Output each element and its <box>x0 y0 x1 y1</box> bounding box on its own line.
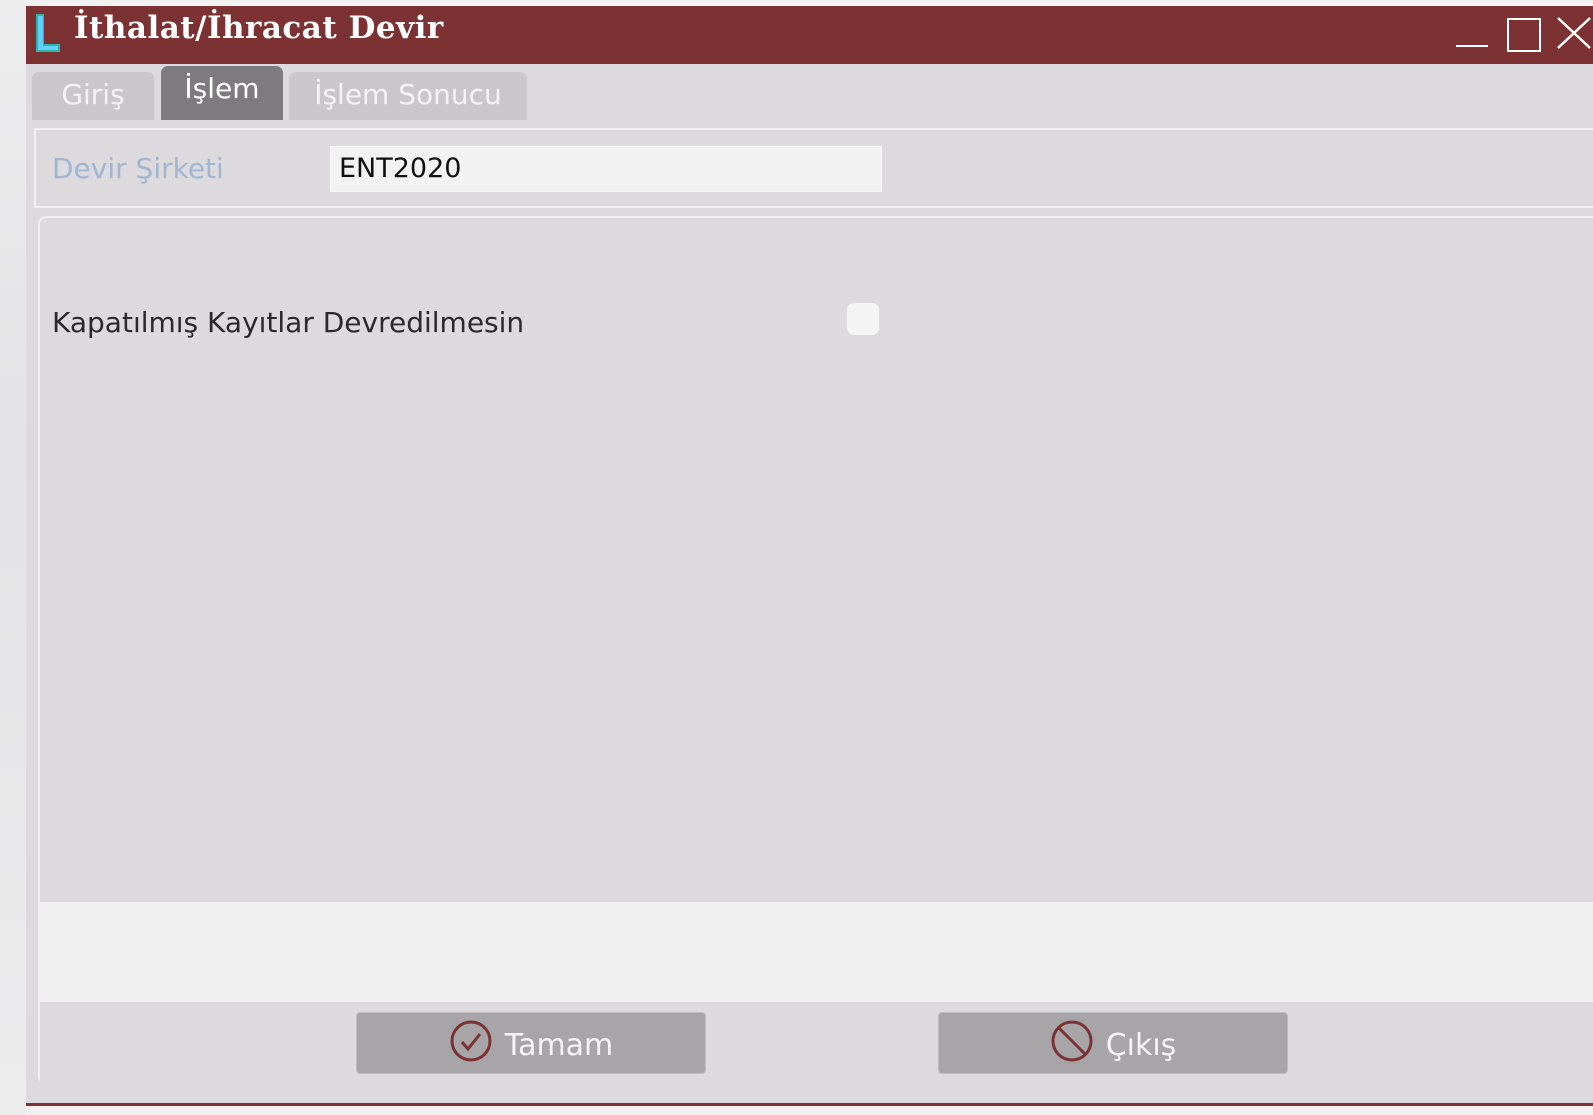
tab-islem-label: İşlem <box>184 72 260 105</box>
tab-islem-sonucu-label: İşlem Sonucu <box>314 78 502 111</box>
title-bar[interactable]: İthalat/İhracat Devir <box>26 6 1593 64</box>
tamam-button[interactable]: Tamam <box>356 1012 706 1074</box>
tab-islem[interactable]: İşlem <box>161 66 283 120</box>
minimize-icon[interactable] <box>1454 12 1490 52</box>
button-bar: Tamam Çıkış <box>40 1002 1593 1084</box>
devir-sirketi-field[interactable]: ENT2020 <box>330 146 882 192</box>
desktop-background <box>0 0 26 1115</box>
close-icon[interactable] <box>1552 12 1593 52</box>
cikis-button-label: Çıkış <box>1105 1027 1177 1063</box>
cikis-button[interactable]: Çıkış <box>938 1012 1288 1074</box>
maximize-icon[interactable] <box>1504 12 1541 52</box>
devir-sirketi-label: Devir Şirketi <box>52 152 224 185</box>
logo-l-icon <box>30 12 64 52</box>
kapatilmis-kayitlar-checkbox[interactable] <box>847 303 879 335</box>
tab-giris[interactable]: Giriş <box>32 72 154 120</box>
check-circle-icon <box>449 1019 493 1071</box>
tab-giris-label: Giriş <box>61 78 125 111</box>
options-panel: Kapatılmış Kayıtlar Devredilmesin Tamam <box>38 216 1593 1084</box>
tab-islem-sonucu[interactable]: İşlem Sonucu <box>289 72 527 120</box>
dialog-window: İthalat/İhracat Devir Giriş İşlem İşlem … <box>26 6 1593 1106</box>
empty-area <box>40 902 1593 1002</box>
window-title: İthalat/İhracat Devir <box>74 10 444 46</box>
kapatilmis-kayitlar-label: Kapatılmış Kayıtlar Devredilmesin <box>52 306 525 339</box>
header-panel: Devir Şirketi ENT2020 <box>34 128 1593 208</box>
tamam-button-label: Tamam <box>504 1027 614 1063</box>
no-entry-icon <box>1050 1019 1094 1071</box>
